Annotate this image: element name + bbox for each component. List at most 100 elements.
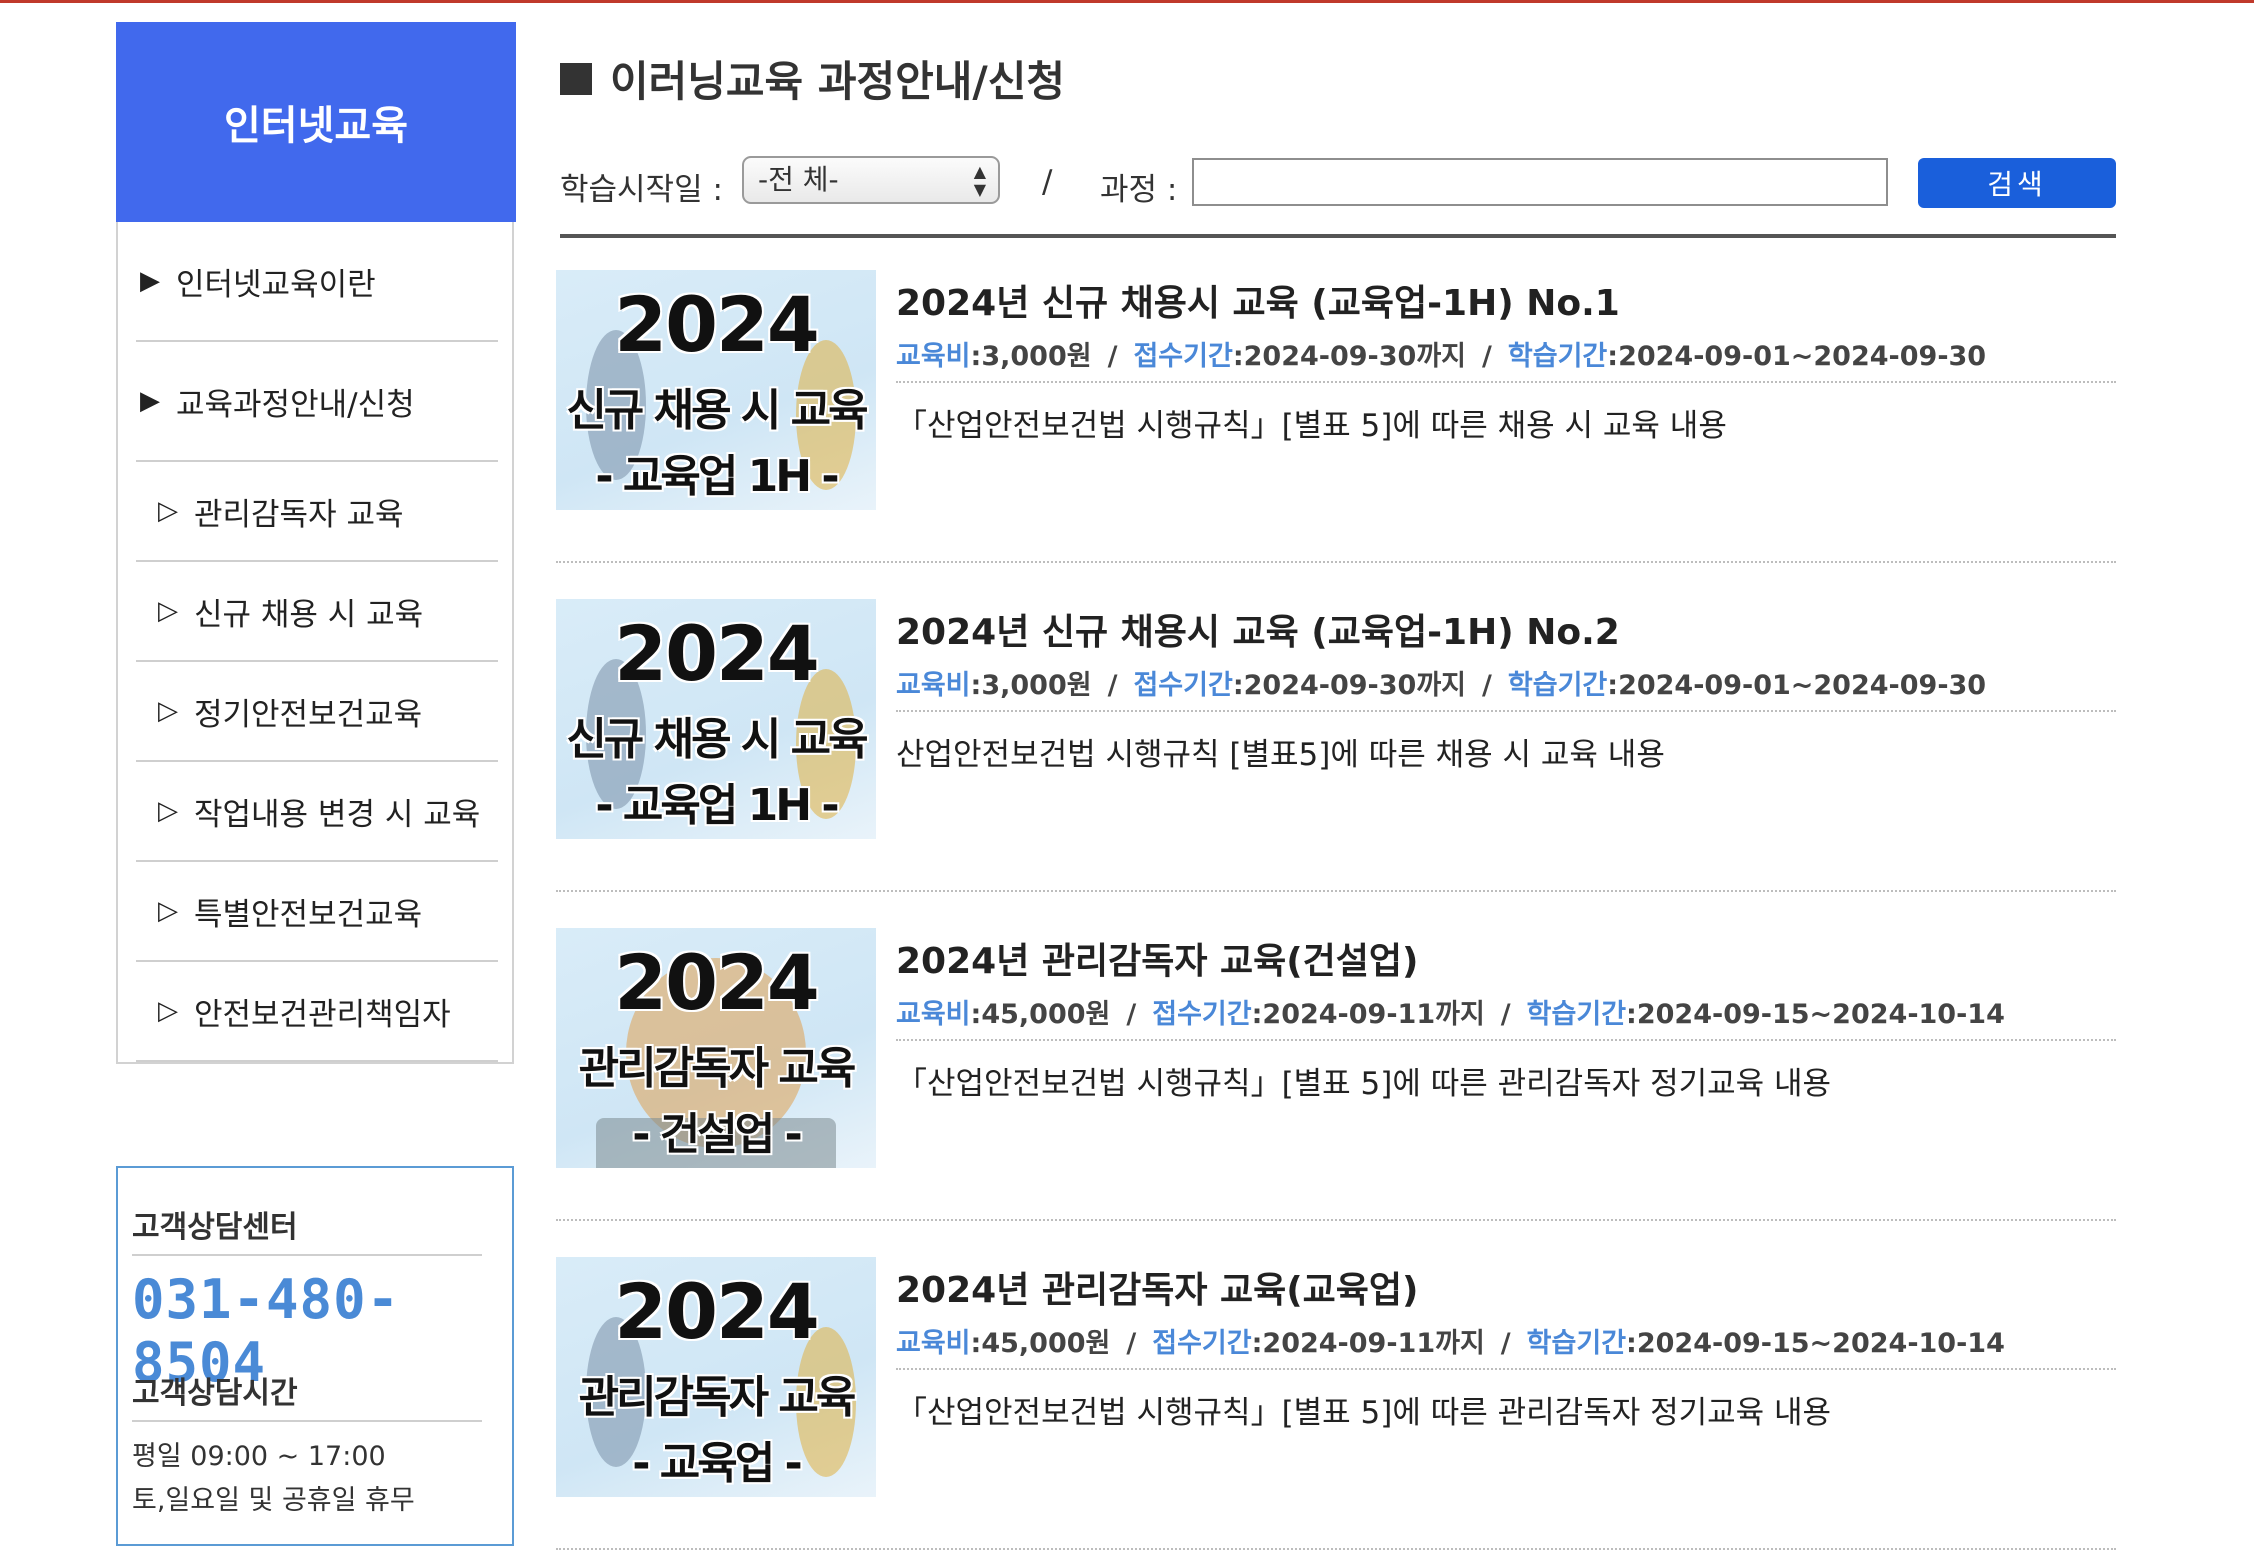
course-title[interactable]: 2024년 신규 채용시 교육 (교육업-1H) No.1	[896, 274, 1620, 326]
meta-separator: /	[1126, 1328, 1137, 1359]
start-date-select-value: -전 체-	[758, 163, 839, 196]
sidebar-item-label: 정기안전보건교육	[194, 696, 423, 733]
sidebar-item-label: 관리감독자 교육	[194, 496, 404, 533]
support-holiday-note: 토,일요일 및 공휴일 휴무	[132, 1485, 415, 1516]
fee-label: 교육비	[896, 670, 971, 701]
search-separator: /	[1042, 164, 1053, 200]
fee-value: :3,000원	[970, 670, 1092, 701]
course-title[interactable]: 2024년 관리감독자 교육(교육업)	[896, 1261, 1419, 1313]
reception-label: 접수기간	[1133, 670, 1233, 701]
fee-label: 교육비	[896, 999, 971, 1030]
sidebar-item-label: 작업내용 변경 시 교육	[194, 796, 481, 833]
page-title: 이러닝교육 과정안내/신청	[560, 48, 1065, 109]
support-hours-title: 고객상담시간	[132, 1368, 482, 1422]
course-label: 과정 :	[1100, 172, 1178, 208]
course-item[interactable]: 2024 신규 채용 시 교육 - 교육업 1H - 2024년 신규 채용시 …	[556, 563, 2116, 892]
sidebar-item-task-change[interactable]: ▷ 작업내용 변경 시 교육	[136, 762, 498, 862]
sidebar-item-about[interactable]: ▶ 인터넷교육이란	[136, 222, 498, 342]
triangle-outline-icon: ▷	[158, 996, 178, 1026]
triangle-filled-icon: ▶	[140, 266, 160, 296]
course-item[interactable]: 2024 관리감독자 교육 - 건설업 - 2024년 관리감독자 교육(건설업…	[556, 892, 2116, 1221]
thumbnail-heading: 관리감독자 교육	[578, 1043, 857, 1094]
thumbnail-year: 2024	[614, 1267, 820, 1356]
sidebar-item-label: 안전보건관리책임자	[194, 996, 451, 1033]
top-border	[0, 0, 2254, 3]
fee-value: :3,000원	[970, 341, 1092, 372]
reception-label: 접수기간	[1152, 1328, 1252, 1359]
thumbnail-subheading: - 교육업 -	[632, 1438, 803, 1489]
sidebar-item-label: 교육과정안내/신청	[176, 386, 415, 423]
thumbnail-subheading: - 건설업 -	[632, 1109, 803, 1160]
meta-separator: /	[1482, 670, 1492, 701]
sidebar-item-label: 특별안전보건교육	[194, 896, 423, 933]
fee-value: :45,000원	[970, 999, 1111, 1030]
course-thumbnail[interactable]: 2024 관리감독자 교육 - 건설업 -	[556, 928, 876, 1168]
course-item[interactable]: 2024 관리감독자 교육 - 교육업 - 2024년 관리감독자 교육(교육업…	[556, 1221, 2116, 1550]
sidebar-item-new-hire[interactable]: ▷ 신규 채용 시 교육	[136, 562, 498, 662]
course-meta: 교육비:3,000원 / 접수기간:2024-09-30까지 / 학습기간:2024-0…	[896, 334, 2116, 383]
reception-value: :2024-09-30까지	[1232, 670, 1467, 701]
course-description: 「산업안전보건법 시행규칙」[별표 5]에 따른 관리감독자 정기교육 내용	[896, 1066, 1832, 1102]
meta-separator: /	[1500, 999, 1511, 1030]
meta-separator: /	[1126, 999, 1137, 1030]
course-meta: 교육비:45,000원 / 접수기간:2024-09-11까지 / 학습기간:2024-…	[896, 1321, 2116, 1370]
reception-value: :2024-09-11까지	[1251, 1328, 1485, 1359]
sidebar-item-regular-safety[interactable]: ▷ 정기안전보건교육	[136, 662, 498, 762]
sidebar-item-supervisor[interactable]: ▷ 관리감독자 교육	[136, 462, 498, 562]
fee-value: :45,000원	[970, 1328, 1111, 1359]
sidebar-menu: ▶ 인터넷교육이란 ▶ 교육과정안내/신청 ▷ 관리감독자 교육 ▷ 신규 채용…	[136, 222, 498, 1062]
search-button[interactable]: 검색	[1918, 158, 2116, 208]
thumbnail-year: 2024	[614, 609, 820, 698]
triangle-outline-icon: ▷	[158, 596, 178, 626]
triangle-outline-icon: ▷	[158, 496, 178, 526]
support-weekday-hours: 평일 09:00 ~ 17:00	[132, 1441, 386, 1472]
course-search-input[interactable]	[1192, 158, 1888, 206]
triangle-outline-icon: ▷	[158, 796, 178, 826]
sidebar-item-special-safety[interactable]: ▷ 특별안전보건교육	[136, 862, 498, 962]
thumbnail-heading: 신규 채용 시 교육	[566, 385, 868, 436]
triangle-outline-icon: ▷	[158, 896, 178, 926]
reception-value: :2024-09-11까지	[1251, 999, 1485, 1030]
sidebar-item-label: 신규 채용 시 교육	[194, 596, 424, 633]
search-bar: 학습시작일 : -전 체- ▲ ▼ / 과정 : 검색	[560, 150, 2116, 238]
thumbnail-subheading: - 교육업 1H -	[595, 451, 839, 502]
study-label: 학습기간	[1526, 1328, 1627, 1359]
course-description: 산업안전보건법 시행규칙 [별표5]에 따른 채용 시 교육 내용	[896, 737, 1665, 773]
course-title[interactable]: 2024년 관리감독자 교육(건설업)	[896, 932, 1419, 984]
thumbnail-year: 2024	[614, 938, 820, 1027]
sidebar: 인터넷교육 ▶ 인터넷교육이란 ▶ 교육과정안내/신청 ▷ 관리감독자 교육 ▷…	[116, 22, 516, 1064]
course-thumbnail[interactable]: 2024 신규 채용 시 교육 - 교육업 1H -	[556, 599, 876, 839]
course-title[interactable]: 2024년 신규 채용시 교육 (교육업-1H) No.2	[896, 603, 1620, 655]
fee-label: 교육비	[896, 341, 971, 372]
fee-label: 교육비	[896, 1328, 971, 1359]
page-title-text: 이러닝교육 과정안내/신청	[610, 57, 1066, 106]
course-meta: 교육비:3,000원 / 접수기간:2024-09-30까지 / 학습기간:2024-0…	[896, 663, 2116, 712]
reception-label: 접수기간	[1133, 341, 1233, 372]
select-spinner-icon: ▲ ▼	[973, 162, 986, 199]
sidebar-item-safety-manager[interactable]: ▷ 안전보건관리책임자	[136, 962, 498, 1062]
study-value: :2024-09-15~2024-10-14	[1626, 1328, 2005, 1359]
thumbnail-subheading: - 교육업 1H -	[595, 780, 839, 831]
meta-separator: /	[1500, 1328, 1511, 1359]
triangle-filled-icon: ▶	[140, 386, 160, 416]
thumbnail-year: 2024	[614, 280, 820, 369]
sidebar-title[interactable]: 인터넷교육	[116, 22, 516, 222]
study-label: 학습기간	[1526, 999, 1627, 1030]
study-value: :2024-09-01~2024-09-30	[1607, 341, 1987, 372]
study-value: :2024-09-15~2024-10-14	[1626, 999, 2005, 1030]
meta-separator: /	[1107, 341, 1118, 372]
meta-separator: /	[1482, 341, 1492, 372]
course-thumbnail[interactable]: 2024 관리감독자 교육 - 교육업 -	[556, 1257, 876, 1497]
course-thumbnail[interactable]: 2024 신규 채용 시 교육 - 교육업 1H -	[556, 270, 876, 510]
sidebar-item-course-info[interactable]: ▶ 교육과정안내/신청	[136, 342, 498, 462]
reception-value: :2024-09-30까지	[1232, 341, 1467, 372]
study-label: 학습기간	[1507, 670, 1608, 701]
course-description: 「산업안전보건법 시행규칙」[별표 5]에 따른 채용 시 교육 내용	[896, 408, 1727, 444]
sidebar-item-label: 인터넷교육이란	[176, 266, 376, 303]
course-description: 「산업안전보건법 시행규칙」[별표 5]에 따른 관리감독자 정기교육 내용	[896, 1395, 1832, 1431]
thumbnail-heading: 관리감독자 교육	[578, 1372, 857, 1423]
start-date-select[interactable]: -전 체- ▲ ▼	[742, 156, 1000, 204]
study-label: 학습기간	[1507, 341, 1608, 372]
course-list: 2024 신규 채용 시 교육 - 교육업 1H - 2024년 신규 채용시 …	[556, 234, 2116, 1550]
course-item[interactable]: 2024 신규 채용 시 교육 - 교육업 1H - 2024년 신규 채용시 …	[556, 234, 2116, 563]
